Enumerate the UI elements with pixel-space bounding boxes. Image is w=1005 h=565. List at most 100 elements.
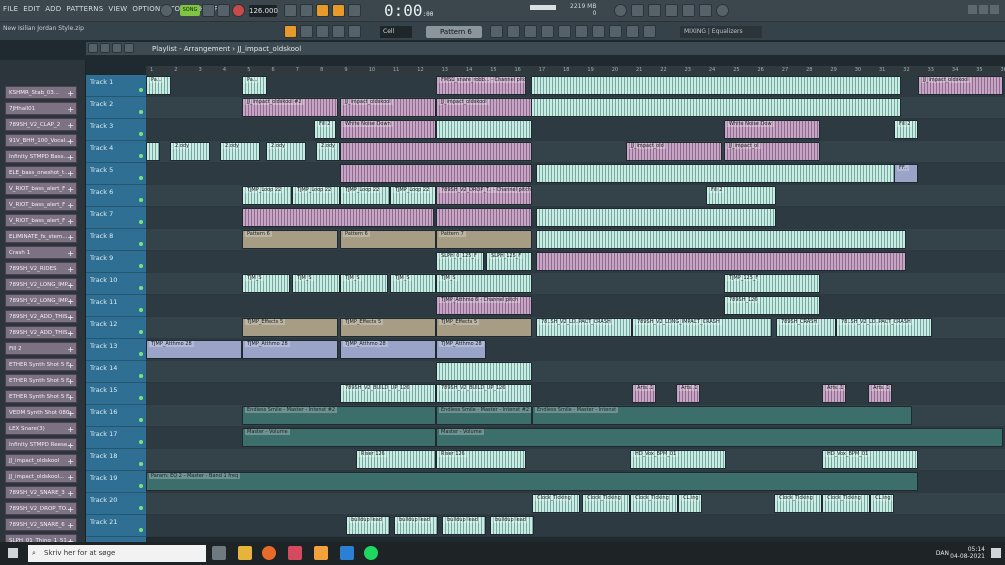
tools-icon[interactable] xyxy=(609,25,622,38)
menu-item-add[interactable]: ADD xyxy=(45,5,61,13)
render-icon[interactable] xyxy=(575,25,588,38)
track-header[interactable]: Track 8 xyxy=(86,229,146,251)
track-lane[interactable]: Param: EQ 2 - Master - Band 1 freq xyxy=(146,471,1005,493)
channel-add-icon[interactable]: + xyxy=(67,167,74,178)
channel-button[interactable]: 789SH_V2_ADD_THIS... + xyxy=(5,326,77,339)
playlist-clip[interactable] xyxy=(536,164,906,183)
track-lane[interactable]: JJ_impact_oldskool #2 JJ_impact_oldskool J… xyxy=(146,97,1005,119)
channel-button[interactable]: Infinity STMPD Reese... + xyxy=(5,438,77,451)
channel-button[interactable]: V_RIOT_bass_alert_F + xyxy=(5,182,77,195)
track-mute-led[interactable] xyxy=(139,110,143,114)
track-lane[interactable]: buildup lead buildup lead buildup lead buil… xyxy=(146,515,1005,537)
countdown-icon[interactable] xyxy=(316,4,329,17)
channel-button[interactable]: JJ_impact_oldskool... + xyxy=(5,470,77,483)
track-header[interactable]: Track 12 xyxy=(86,317,146,339)
track-lane[interactable] xyxy=(146,361,1005,383)
app-icon[interactable] xyxy=(288,546,302,560)
channel-button[interactable]: 789SH_V2_LONG_IMP... + xyxy=(5,294,77,307)
save-icon[interactable] xyxy=(643,25,656,38)
step-edit-icon[interactable] xyxy=(332,4,345,17)
playlist-clip[interactable]: buildup lead xyxy=(442,516,486,535)
track-mute-led[interactable] xyxy=(139,484,143,488)
close-icon[interactable] xyxy=(990,5,999,14)
playlist-clip[interactable]: Master - Volume xyxy=(242,428,436,447)
track-mute-led[interactable] xyxy=(139,462,143,466)
track-lane[interactable]: TJM_S TJM_S TJM_S TJM_S TJM_S TJMP_125_F xyxy=(146,273,1005,295)
track-lane[interactable]: TJMP_Atthmo 6 - Channel pitch 789SH_126 xyxy=(146,295,1005,317)
playlist-clip[interactable]: TJMP_Loop 22 xyxy=(292,186,340,205)
channel-button[interactable]: LEX Snare(3) + xyxy=(5,422,77,435)
playlist-clip[interactable]: buildup lead xyxy=(490,516,534,535)
track-lane[interactable]: Clock_Ticking Clock_Ticking Clock_Ticking C… xyxy=(146,493,1005,515)
browser-icon[interactable] xyxy=(524,25,537,38)
record-button[interactable] xyxy=(232,4,245,17)
channel-button[interactable]: ELIMINATE_fx_stem... + xyxy=(5,230,77,243)
playlist-clip[interactable]: Fill 2 xyxy=(894,120,918,139)
channel-button[interactable]: 789SH_V2_DROP_TO... + xyxy=(5,502,77,515)
menu-item-view[interactable]: VIEW xyxy=(108,5,127,13)
playlist-clip[interactable] xyxy=(436,362,532,381)
piano-roll-icon[interactable] xyxy=(507,25,520,38)
playlist-clip[interactable] xyxy=(146,142,160,161)
playlist-clip[interactable]: HD_Vox_BPM_01 xyxy=(630,450,726,469)
language-indicator[interactable]: DAN xyxy=(936,550,949,557)
track-header[interactable]: Track 19 xyxy=(86,471,146,493)
playlist-clip[interactable]: buildup lead xyxy=(346,516,390,535)
channel-add-icon[interactable]: + xyxy=(67,183,74,194)
playlist-clip[interactable]: Fill 2 xyxy=(706,186,776,205)
pattern-selector[interactable]: Pattern 6 xyxy=(426,26,482,38)
playlist-clip[interactable]: TJMP_Loop 22 xyxy=(242,186,292,205)
channel-add-icon[interactable]: + xyxy=(67,231,74,242)
file-explorer-icon[interactable] xyxy=(238,546,252,560)
pattern-song-toggle[interactable] xyxy=(160,4,173,17)
tempo-display[interactable]: 126.000 xyxy=(249,5,278,17)
track-header[interactable]: Track 2 xyxy=(86,97,146,119)
track-header[interactable]: Track 16 xyxy=(86,405,146,427)
track-mute-led[interactable] xyxy=(139,528,143,532)
track-header[interactable]: Track 6 xyxy=(86,185,146,207)
track-mute-led[interactable] xyxy=(139,286,143,290)
playlist-clip[interactable]: 2.ody xyxy=(316,142,340,161)
playlist-clip[interactable] xyxy=(436,208,532,227)
track-mute-led[interactable] xyxy=(139,440,143,444)
playlist-clip[interactable]: TJMP_Effects 5 xyxy=(242,318,338,337)
track-lane[interactable]: Pattern 6 Pattern 6 Pattern 7 xyxy=(146,229,1005,251)
track-header[interactable]: Track 20 xyxy=(86,493,146,515)
playlist-clip[interactable] xyxy=(436,120,532,139)
chat-icon[interactable] xyxy=(716,4,729,17)
playlist-clip[interactable]: TJMP_Atthmo 28 xyxy=(340,340,436,359)
zoom-tool-icon[interactable] xyxy=(124,43,134,53)
channel-button[interactable]: VEDM Synth Shot 080... + xyxy=(5,406,77,419)
help-icon[interactable] xyxy=(665,4,678,17)
download-icon[interactable] xyxy=(626,25,639,38)
playlist-clip[interactable]: FMS1_snare_robb... - Channel pitch xyxy=(436,76,526,95)
playlist-clip[interactable]: 2.ody xyxy=(170,142,210,161)
channel-add-icon[interactable]: + xyxy=(67,375,74,386)
track-lane[interactable]: Master - Volume Master - Volume xyxy=(146,427,1005,449)
draw-tool-icon[interactable] xyxy=(100,43,110,53)
channel-button[interactable]: 789SH_V2_LONG_IMP... + xyxy=(5,278,77,291)
start-icon[interactable] xyxy=(8,548,18,558)
track-header[interactable]: Track 11 xyxy=(86,295,146,317)
playlist-clip[interactable] xyxy=(536,230,906,249)
playlist-clip[interactable]: Arts..1 xyxy=(632,384,656,403)
mixer-icon[interactable] xyxy=(490,25,503,38)
channel-add-icon[interactable]: + xyxy=(67,471,74,482)
track-header[interactable]: Track 10 xyxy=(86,273,146,295)
task-view-icon[interactable] xyxy=(212,546,226,560)
playlist-clip[interactable]: Clock_Ticking xyxy=(822,494,870,513)
channel-add-icon[interactable]: + xyxy=(67,391,74,402)
channel-add-icon[interactable]: + xyxy=(67,247,74,258)
playlist-clip[interactable]: TJMP_125_F xyxy=(724,274,820,293)
snap-select[interactable]: Cell xyxy=(380,26,412,38)
wait-input-icon[interactable] xyxy=(300,4,313,17)
track-mute-led[interactable] xyxy=(139,198,143,202)
media-player-icon[interactable] xyxy=(340,546,354,560)
spotify-icon[interactable] xyxy=(364,546,378,560)
menu-item-patterns[interactable]: PATTERNS xyxy=(66,5,103,13)
playlist-clip[interactable]: JJ_impact_old xyxy=(626,142,722,161)
play-button[interactable] xyxy=(202,4,215,17)
track-header[interactable]: Track 7 xyxy=(86,207,146,229)
playlist-clip[interactable]: Arts..1 xyxy=(868,384,892,403)
playlist-clip[interactable]: Riser 126 xyxy=(436,450,526,469)
